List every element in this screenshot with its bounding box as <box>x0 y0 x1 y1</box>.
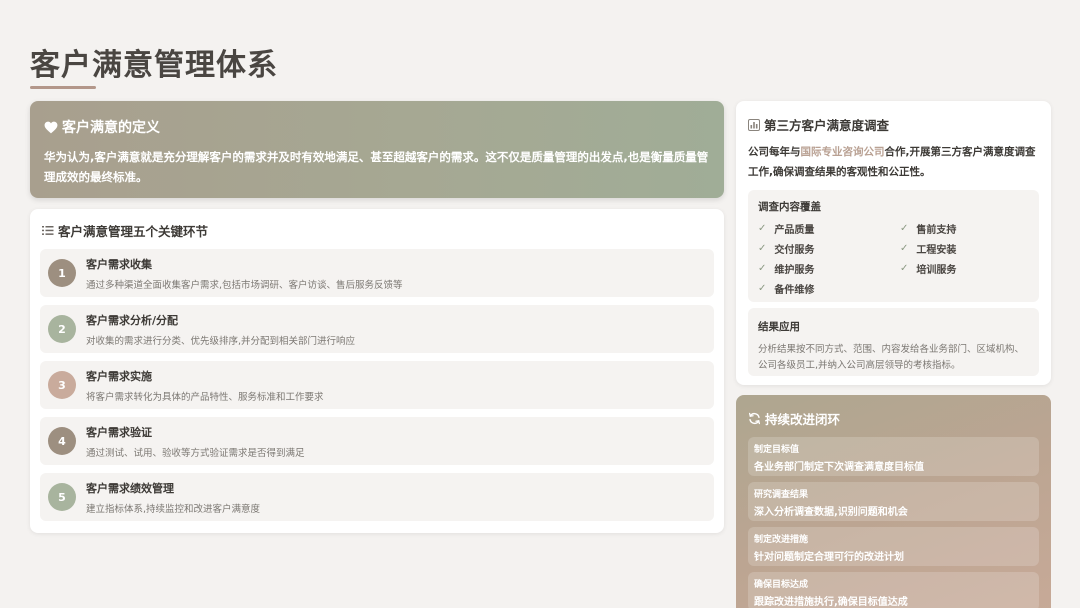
improvement-header: 持续改进闭环 <box>748 409 1039 428</box>
step-item: 2 客户需求分析/分配 对收集的需求进行分类、优先级排序,并分配到相关部门进行响… <box>40 305 714 353</box>
step-description: 对收集的需求进行分类、优先级排序,并分配到相关部门进行响应 <box>86 335 356 347</box>
definition-title: 客户满意的定义 <box>62 120 160 136</box>
improvement-step-text: 各业务部门制定下次调查满意度目标值 <box>754 462 924 473</box>
improvement-step-text: 深入分析调查数据,识别问题和机会 <box>754 507 908 518</box>
survey-header: 第三方客户满意度调查 <box>748 115 1039 134</box>
key-steps-card: 客户满意管理五个关键环节 1 客户需求收集 通过多种渠道全面收集客户需求,包括市… <box>30 209 724 533</box>
heart-icon <box>44 121 58 134</box>
improvement-step-label: 确保目标达成 <box>754 580 809 590</box>
coverage-item: ✓ 交付服务 <box>758 242 815 256</box>
coverage-box: 调查内容覆盖 ✓ 产品质量 ✓ 售前支持 ✓ 交付服务 ✓ 工程安装 ✓ 维护服务 ✓ 培训… <box>748 190 1039 302</box>
coverage-item: ✓ 培训服务 <box>900 262 957 276</box>
step-title: 客户需求分析/分配 <box>86 313 179 327</box>
definition-card: 客户满意的定义 华为认为,客户满意就是充分理解客户的需求并及时有效地满足、甚至超… <box>30 101 724 198</box>
highlight-text: 国际专业咨询公司 <box>800 146 885 158</box>
coverage-item: ✓ 产品质量 <box>758 222 815 236</box>
improvement-step-text: 跟踪改进措施执行,确保目标值达成 <box>754 597 908 608</box>
improvement-step: 制定目标值 各业务部门制定下次调查满意度目标值 <box>748 437 1039 476</box>
page-title: 客户满意管理体系 <box>30 48 278 83</box>
step-description: 通过测试、试用、验收等方式验证需求是否得到满足 <box>86 447 305 459</box>
coverage-item: ✓ 维护服务 <box>758 262 815 276</box>
step-description: 通过多种渠道全面收集客户需求,包括市场调研、客户访谈、售后服务反馈等 <box>86 279 403 291</box>
step-number-badge: 1 <box>48 259 76 287</box>
result-text: 分析结果按不同方式、范围、内容发给各业务部门、区域机构、公司各级员工,并纳入公司… <box>758 344 1025 371</box>
coverage-item: ✓ 工程安装 <box>900 242 957 256</box>
step-title: 客户需求验证 <box>86 425 152 439</box>
step-number-badge: 3 <box>48 371 76 399</box>
definition-text: 华为认为,客户满意就是充分理解客户的需求并及时有效地满足、甚至超越客户的需求。这… <box>44 150 709 184</box>
check-icon: ✓ <box>758 222 767 234</box>
chart-icon <box>748 118 760 131</box>
survey-text: 公司每年与国际专业咨询公司合作,开展第三方客户满意度调查工作,确保调查结果的客观… <box>748 146 1036 178</box>
check-icon: ✓ <box>900 262 909 274</box>
check-icon: ✓ <box>758 262 767 274</box>
step-item: 4 客户需求验证 通过测试、试用、验收等方式验证需求是否得到满足 <box>40 417 714 465</box>
check-icon: ✓ <box>758 242 767 254</box>
check-icon: ✓ <box>900 222 909 234</box>
improvement-card: 持续改进闭环 制定目标值 各业务部门制定下次调查满意度目标值 研究调查结果 深入… <box>736 395 1051 608</box>
improvement-step-label: 研究调查结果 <box>754 490 809 500</box>
result-title: 结果应用 <box>758 321 800 333</box>
step-title: 客户需求绩效管理 <box>86 481 174 495</box>
survey-card: 第三方客户满意度调查 公司每年与国际专业咨询公司合作,开展第三方客户满意度调查工… <box>736 101 1051 385</box>
check-icon: ✓ <box>758 282 767 294</box>
step-number-badge: 5 <box>48 483 76 511</box>
key-steps-header: 客户满意管理五个关键环节 <box>42 221 714 240</box>
list-icon <box>42 225 54 236</box>
result-box: 结果应用 分析结果按不同方式、范围、内容发给各业务部门、区域机构、公司各级员工,… <box>748 308 1039 376</box>
key-steps-title: 客户满意管理五个关键环节 <box>58 224 209 239</box>
survey-title: 第三方客户满意度调查 <box>764 118 890 133</box>
step-description: 建立指标体系,持续监控和改进客户满意度 <box>86 503 261 515</box>
step-item: 5 客户需求绩效管理 建立指标体系,持续监控和改进客户满意度 <box>40 473 714 521</box>
improvement-title: 持续改进闭环 <box>765 412 841 427</box>
improvement-step: 制定改进措施 针对问题制定合理可行的改进计划 <box>748 527 1039 566</box>
coverage-item: ✓ 备件维修 <box>758 282 815 296</box>
improvement-step-label: 制定改进措施 <box>754 535 809 545</box>
refresh-icon <box>748 412 761 425</box>
check-icon: ✓ <box>900 242 909 254</box>
step-number-badge: 4 <box>48 427 76 455</box>
definition-header: 客户满意的定义 <box>44 117 710 137</box>
coverage-title: 调查内容覆盖 <box>758 201 821 213</box>
title-underline <box>30 86 96 89</box>
improvement-step-text: 针对问题制定合理可行的改进计划 <box>754 552 904 563</box>
step-number-badge: 2 <box>48 315 76 343</box>
improvement-step: 确保目标达成 跟踪改进措施执行,确保目标值达成 <box>748 572 1039 608</box>
step-description: 将客户需求转化为具体的产品特性、服务标准和工作要求 <box>86 391 324 403</box>
step-title: 客户需求实施 <box>86 369 152 383</box>
improvement-step-label: 制定目标值 <box>754 445 800 455</box>
step-item: 3 客户需求实施 将客户需求转化为具体的产品特性、服务标准和工作要求 <box>40 361 714 409</box>
coverage-item: ✓ 售前支持 <box>900 222 957 236</box>
step-item: 1 客户需求收集 通过多种渠道全面收集客户需求,包括市场调研、客户访谈、售后服务… <box>40 249 714 297</box>
step-title: 客户需求收集 <box>86 257 152 271</box>
improvement-step: 研究调查结果 深入分析调查数据,识别问题和机会 <box>748 482 1039 521</box>
